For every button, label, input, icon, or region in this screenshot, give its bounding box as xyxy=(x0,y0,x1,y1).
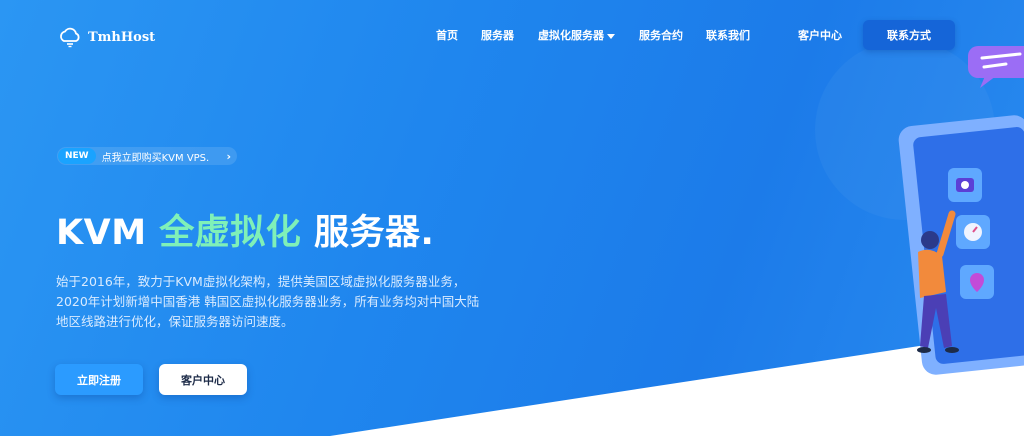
nav-item-home[interactable]: 首页 xyxy=(436,28,458,44)
hero-title-part1: KVM xyxy=(56,213,147,253)
announcement-link[interactable]: NEW 点我立即购买KVM VPS. › xyxy=(57,147,237,165)
announcement-text: 点我立即购买KVM VPS. xyxy=(101,152,210,164)
description-line: 2020年计划新增中国香港 韩国区虚拟化服务器业务，所有业务均对中国大陆 xyxy=(56,294,480,309)
hero-section: TmhHost 首页 服务器 虚拟化服务器 服务合约 联系我们 客户中心 联系方… xyxy=(0,0,1024,436)
chevron-down-icon xyxy=(607,33,615,39)
chat-bubble-icon xyxy=(968,46,1024,88)
nav-item-client-center[interactable]: 客户中心 xyxy=(798,28,842,44)
camera-icon xyxy=(948,168,982,202)
nav-item-service-agreement[interactable]: 服务合约 xyxy=(639,28,683,44)
client-center-button[interactable]: 客户中心 xyxy=(159,364,247,395)
register-button[interactable]: 立即注册 xyxy=(55,364,143,395)
hero-description: 始于2016年，致力于KVM虚拟化架构，提供美国区域虚拟化服务器业务， 2020… xyxy=(56,272,496,332)
hero-title: KVM 全虚拟化 服务器. xyxy=(56,204,434,255)
hero-illustration xyxy=(898,46,1024,375)
description-line: 始于2016年，致力于KVM虚拟化架构，提供美国区域虚拟化服务器业务， xyxy=(56,274,466,289)
chevron-right-icon: › xyxy=(226,149,231,163)
hero-title-part2: 服务器. xyxy=(313,213,435,253)
location-pin-icon xyxy=(960,265,994,299)
description-line: 地区线路进行优化，保证服务器访问速度。 xyxy=(56,314,294,329)
nav-item-virtual-servers[interactable]: 虚拟化服务器 xyxy=(538,28,615,44)
nav-item-contact-us[interactable]: 联系我们 xyxy=(706,28,750,44)
new-badge: NEW xyxy=(58,148,96,164)
nav-item-virtual-servers-label: 虚拟化服务器 xyxy=(538,29,604,42)
clock-icon xyxy=(956,215,990,249)
hero-title-accent: 全虚拟化 xyxy=(159,213,302,253)
nav-item-servers[interactable]: 服务器 xyxy=(481,28,514,44)
